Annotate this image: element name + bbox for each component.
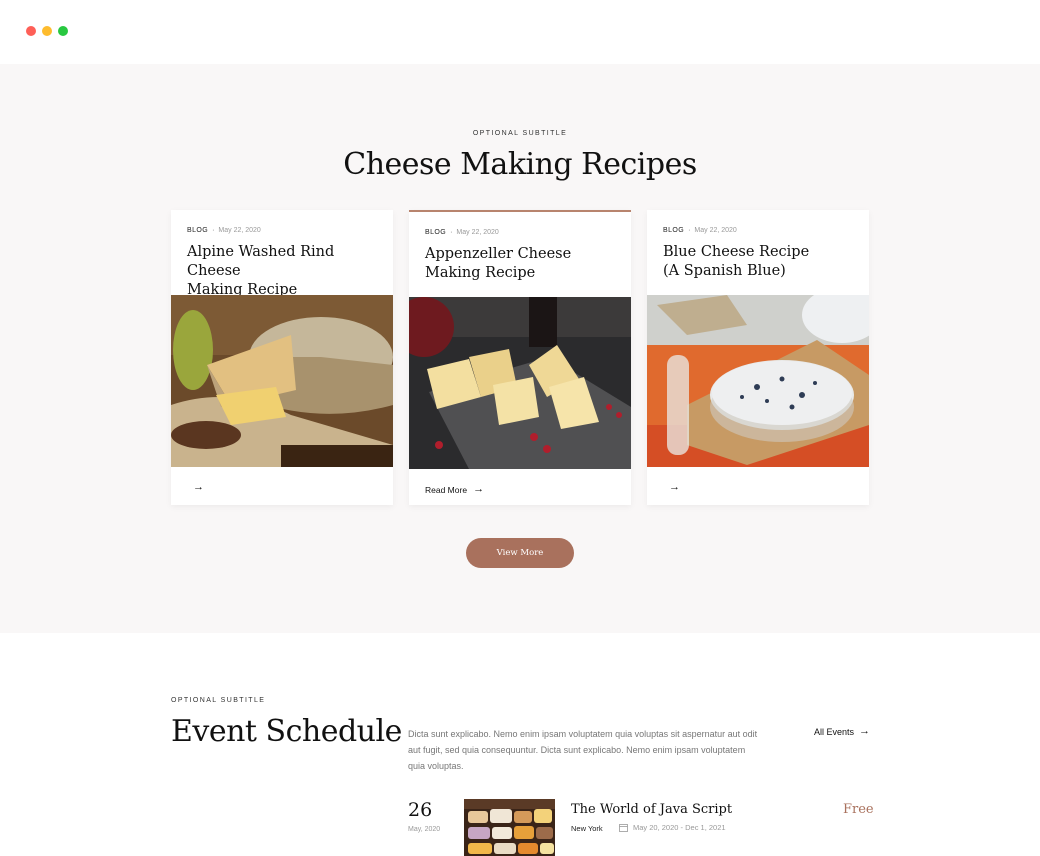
card-title[interactable]: Alpine Washed Rind Cheese Making Recipe [187,243,387,300]
event-title[interactable]: The World of Java Script [571,802,732,817]
recipes-subtitle: OPTIONAL SUBTITLE [472,130,568,137]
card-meta: BLOG · May 22, 2020 [425,229,499,236]
card-category[interactable]: BLOG [425,229,446,236]
card-footer[interactable]: → [187,482,204,493]
arrow-right-icon[interactable]: → [193,482,204,493]
recipe-card-blue-cheese[interactable]: BLOG · May 22, 2020 Blue Cheese Recipe (A S… [647,210,869,505]
window-chrome [0,0,1040,64]
event-thumbnail[interactable] [464,799,555,856]
card-date: May 22, 2020 [456,229,499,236]
event-dates: May 20, 2020 - Dec 1, 2021 [619,823,726,832]
card-title[interactable]: Blue Cheese Recipe (A Spanish Blue) [663,243,863,281]
recipes-title: Cheese Making Recipes [343,147,697,182]
minimize-window-dot[interactable] [42,26,52,36]
card-title[interactable]: Appenzeller Cheese Making Recipe [425,245,625,283]
card-meta: BLOG · May 22, 2020 [187,227,261,234]
view-more-button[interactable]: View More [466,538,574,568]
recipe-card-appenzeller[interactable]: BLOG · May 22, 2020 Appenzeller Cheese Maki… [409,210,631,505]
event-day: 26 [408,799,433,821]
card-footer[interactable]: → [663,482,680,493]
card-category[interactable]: BLOG [187,227,208,234]
card-footer[interactable]: Read More → [425,484,484,495]
all-events-label[interactable]: All Events [814,727,854,737]
card-image-appenzeller-cheese[interactable] [409,297,631,469]
card-image-blue-cheese[interactable] [647,295,869,467]
event-price: Free [843,802,874,817]
recipes-section: OPTIONAL SUBTITLE Cheese Making Recipes … [0,64,1040,633]
event-location: New York [571,824,603,833]
arrow-right-icon[interactable]: → [473,484,484,495]
arrow-right-icon[interactable]: → [669,482,680,493]
event-date-range: May 20, 2020 - Dec 1, 2021 [633,823,726,832]
card-category[interactable]: BLOG [663,227,684,234]
card-meta: BLOG · May 22, 2020 [663,227,737,234]
close-window-dot[interactable] [26,26,36,36]
maximize-window-dot[interactable] [58,26,68,36]
events-title: Event Schedule [171,714,402,749]
read-more-link[interactable]: Read More [425,485,467,495]
card-date: May 22, 2020 [218,227,261,234]
arrow-right-icon[interactable]: → [859,726,870,737]
events-description: Dicta sunt explicabo. Nemo enim ipsam vo… [408,729,758,771]
calendar-icon [619,824,628,832]
card-date: May 22, 2020 [694,227,737,234]
event-month: May, 2020 [408,826,441,833]
events-subtitle: OPTIONAL SUBTITLE [171,697,266,704]
recipe-card-alpine[interactable]: BLOG · May 22, 2020 Alpine Washed Rind Che… [171,210,393,505]
card-image-alpine-cheese[interactable] [171,295,393,467]
all-events-link[interactable]: All Events → [814,726,870,737]
